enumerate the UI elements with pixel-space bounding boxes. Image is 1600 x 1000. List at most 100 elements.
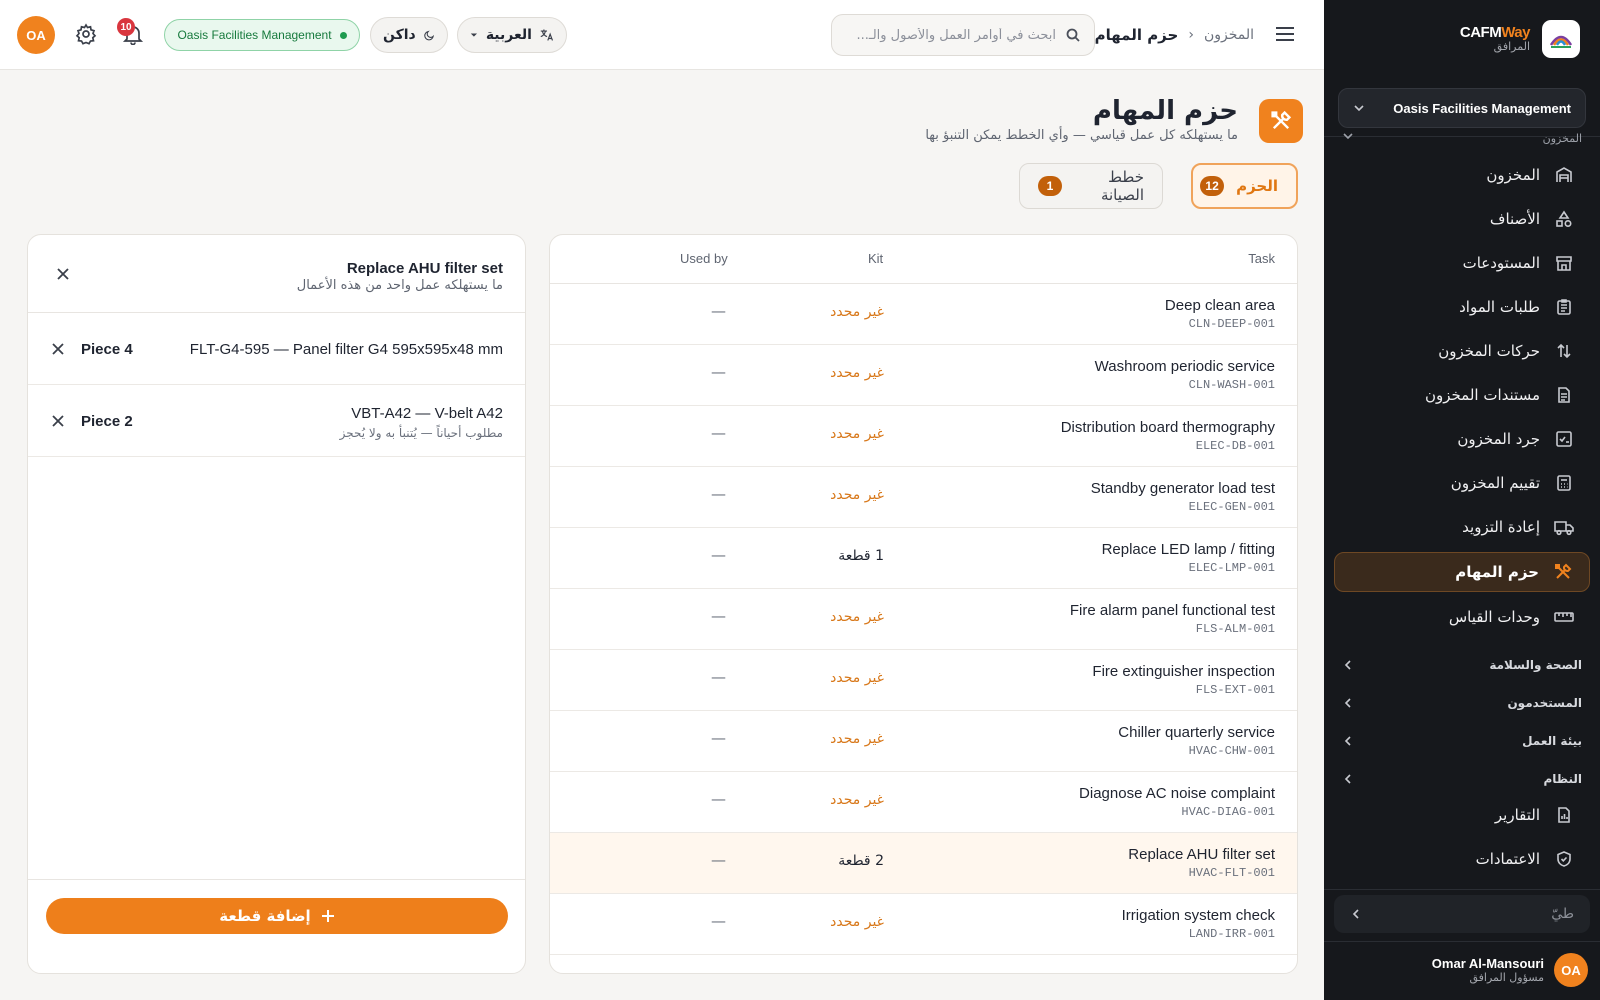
- nav-group-inventory[interactable]: المخزون: [1342, 130, 1582, 146]
- search-input[interactable]: [846, 27, 1056, 43]
- column-header-kit[interactable]: Kit: [868, 251, 883, 266]
- brand-subtitle: المرافق: [1493, 40, 1530, 54]
- tab-maintenance-plans[interactable]: خطط الصيانة 1: [1019, 163, 1163, 209]
- table-row[interactable]: Fire extinguisher inspection FLS-EXT-001 غ…: [550, 650, 1297, 711]
- add-part-button[interactable]: إضافة قطعة: [46, 898, 508, 934]
- task-code: CLN-DEEP-001: [1188, 317, 1275, 331]
- task-code: ELEC-LMP-001: [1188, 561, 1275, 575]
- kit-part-row: FLT-G4-595 — Panel filter G4 595x595x48 …: [28, 313, 525, 385]
- sidebar-item-material-requests[interactable]: طلبات المواد: [1334, 287, 1590, 327]
- global-search[interactable]: [831, 14, 1095, 56]
- shapes-icon: [1554, 209, 1574, 229]
- sidebar-item-units[interactable]: وحدات القياس: [1334, 597, 1590, 637]
- sidebar-item-warehouses[interactable]: المستودعات: [1334, 243, 1590, 283]
- topbar: المخزون ‹ حزم المهام العربية داكن Oasis …: [0, 0, 1324, 70]
- part-quantity: Piece 2: [81, 413, 133, 430]
- tools-icon: [1553, 562, 1573, 582]
- language-selector[interactable]: العربية: [457, 17, 567, 53]
- page-subtitle: ما يستهلكه كل عمل قياسي — وأي الخطط يمكن…: [925, 128, 1238, 143]
- shield-check-icon: [1554, 849, 1574, 869]
- remove-part-icon[interactable]: [47, 410, 69, 432]
- sidebar-item-stock-valuation[interactable]: تقييم المخزون: [1334, 463, 1590, 503]
- theme-toggle[interactable]: داكن: [370, 17, 448, 53]
- sidebar-item-label: حزم المهام: [1455, 563, 1539, 581]
- remove-part-icon[interactable]: [47, 338, 69, 360]
- kit-status: غير محدد: [830, 670, 884, 686]
- nav-group-users[interactable]: المستخدمون: [1342, 689, 1582, 717]
- sidebar-item-label: التقارير: [1494, 806, 1540, 824]
- sidebar-collapse-button[interactable]: طيّ: [1334, 895, 1590, 933]
- brand-logo-icon: [1542, 20, 1580, 58]
- table-row[interactable]: Distribution board thermography ELEC-DB-0…: [550, 406, 1297, 467]
- sidebar-collapse-label: طيّ: [1551, 906, 1574, 922]
- table-row[interactable]: Standby generator load test ELEC-GEN-001 غ…: [550, 467, 1297, 528]
- table-row[interactable]: Fire alarm panel functional test FLS-ALM-…: [550, 589, 1297, 650]
- org-status-label: Oasis Facilities Management: [177, 28, 332, 42]
- column-header-task[interactable]: Task: [1248, 251, 1275, 266]
- sidebar-item-items[interactable]: الأصناف: [1334, 199, 1590, 239]
- language-label: العربية: [485, 27, 532, 43]
- chevron-left-icon: ‹: [1188, 27, 1194, 43]
- report-icon: [1554, 805, 1574, 825]
- close-icon[interactable]: [52, 263, 74, 285]
- chevron-left-icon: [1344, 736, 1351, 746]
- nav-group-label: الصحة والسلامة: [1489, 658, 1582, 672]
- task-name: Chiller quarterly service: [1118, 724, 1275, 741]
- tab-label: خطط الصيانة: [1100, 168, 1144, 204]
- sidebar-item-reports[interactable]: التقارير: [1334, 795, 1590, 835]
- gear-icon[interactable]: [75, 23, 99, 47]
- breadcrumb-parent[interactable]: المخزون: [1204, 27, 1254, 43]
- used-by-value: —: [711, 851, 726, 869]
- used-by-value: —: [711, 546, 726, 564]
- task-name: Distribution board thermography: [1060, 419, 1275, 436]
- avatar[interactable]: OA: [17, 16, 55, 54]
- sidebar-item-label: إعادة التزويد: [1462, 518, 1540, 536]
- brand[interactable]: CAFMWay المرافق: [1460, 20, 1580, 58]
- used-by-value: —: [711, 485, 726, 503]
- nav-group-system[interactable]: النظام: [1342, 765, 1582, 793]
- task-name: Deep clean area: [1164, 297, 1275, 314]
- table-row[interactable]: Chiller quarterly service HVAC-CHW-001 غير…: [550, 711, 1297, 772]
- nav-group-workspace[interactable]: بيئة العمل: [1342, 727, 1582, 755]
- part-note: مطلوب أحياناً — يُتنبأ به ولا يُحجز: [339, 426, 503, 440]
- chevron-left-icon: [1352, 909, 1359, 919]
- sidebar-item-stock-documents[interactable]: مستندات المخزون: [1334, 375, 1590, 415]
- tasks-table: Task Kit Used by Deep clean area CLN-DEEP…: [549, 234, 1298, 974]
- breadcrumb: المخزون ‹ حزم المهام: [1095, 24, 1254, 46]
- kit-status: 1 قطعة: [838, 548, 884, 564]
- org-status-badge[interactable]: Oasis Facilities Management: [164, 19, 360, 51]
- menu-icon[interactable]: [1274, 24, 1298, 46]
- sidebar: CAFMWay المرافق Oasis Facilities Managem…: [1324, 0, 1600, 1000]
- table-row[interactable]: Replace LED lamp / fitting ELEC-LMP-001 1 …: [550, 528, 1297, 589]
- sidebar-item-inventory[interactable]: المخزون: [1334, 155, 1590, 195]
- used-by-value: —: [711, 424, 726, 442]
- tab-kits[interactable]: الحزم 12: [1191, 163, 1298, 209]
- sidebar-item-label: المخزون: [1486, 166, 1540, 184]
- sidebar-item-label: طلبات المواد: [1459, 298, 1540, 316]
- org-selector[interactable]: Oasis Facilities Management: [1338, 88, 1586, 128]
- nav-group-health-safety[interactable]: الصحة والسلامة: [1342, 651, 1582, 679]
- kit-status: غير محدد: [830, 487, 884, 503]
- sidebar-item-replenishment[interactable]: إعادة التزويد: [1334, 507, 1590, 547]
- sidebar-item-approvals[interactable]: الاعتمادات: [1334, 839, 1590, 879]
- table-row[interactable]: Irrigation system check LAND-IRR-001 غير م…: [550, 894, 1297, 955]
- sidebar-item-task-kits[interactable]: حزم المهام: [1334, 552, 1590, 592]
- sidebar-item-stock-movements[interactable]: حركات المخزون: [1334, 331, 1590, 371]
- user-profile[interactable]: OA Omar Al-Mansouri مسؤول المرافق: [1432, 952, 1588, 988]
- used-by-value: —: [711, 729, 726, 747]
- task-code: ELEC-GEN-001: [1188, 500, 1275, 514]
- sidebar-item-label: الاعتمادات: [1475, 850, 1540, 868]
- table-row[interactable]: Replace AHU filter set HVAC-FLT-001 2 قطعة…: [550, 833, 1297, 894]
- column-header-used-by[interactable]: Used by: [680, 251, 728, 266]
- table-row[interactable]: Washroom periodic service CLN-WASH-001 غير…: [550, 345, 1297, 406]
- task-name: Fire extinguisher inspection: [1092, 663, 1275, 680]
- task-code: FLS-ALM-001: [1195, 622, 1275, 636]
- sidebar-item-stock-count[interactable]: جرد المخزون: [1334, 419, 1590, 459]
- status-dot-icon: [339, 31, 347, 39]
- table-row[interactable]: Diagnose AC noise complaint HVAC-DIAG-001…: [550, 772, 1297, 833]
- org-selector-label: Oasis Facilities Management: [1393, 100, 1571, 116]
- table-row[interactable]: Deep clean area CLN-DEEP-001 غير محدد —: [550, 284, 1297, 345]
- sidebar-item-label: حركات المخزون: [1438, 342, 1540, 360]
- task-name: Diagnose AC noise complaint: [1079, 785, 1275, 802]
- task-name: Washroom periodic service: [1094, 358, 1275, 375]
